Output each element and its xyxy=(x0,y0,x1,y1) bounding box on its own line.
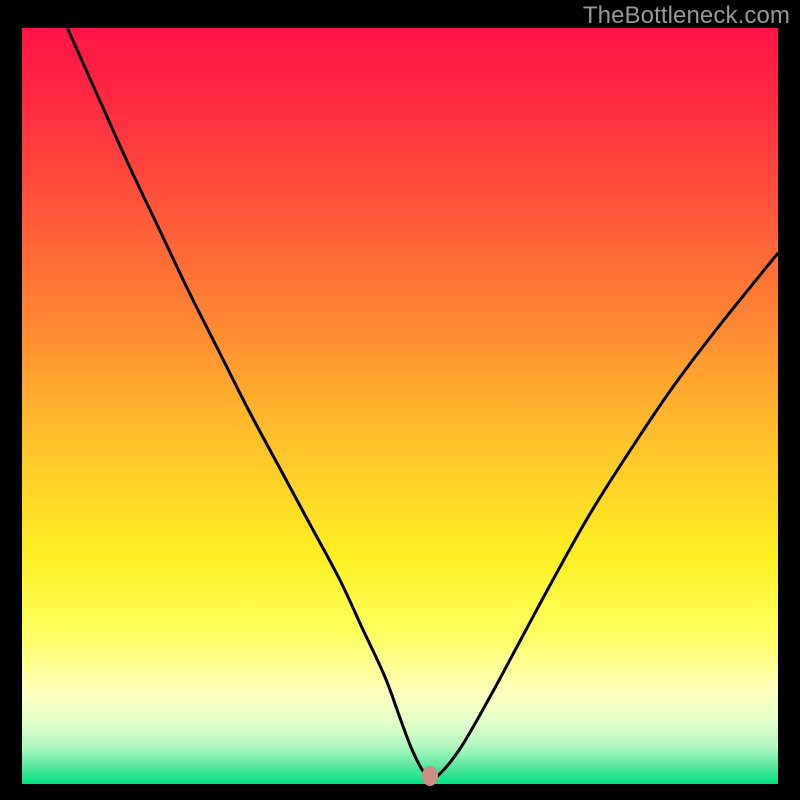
bottleneck-curve xyxy=(67,28,778,778)
plot-area xyxy=(22,28,778,778)
optimal-point-marker xyxy=(422,766,438,786)
curve-layer xyxy=(22,28,778,778)
chart-frame: TheBottleneck.com xyxy=(0,0,800,800)
watermark-text: TheBottleneck.com xyxy=(583,2,790,30)
